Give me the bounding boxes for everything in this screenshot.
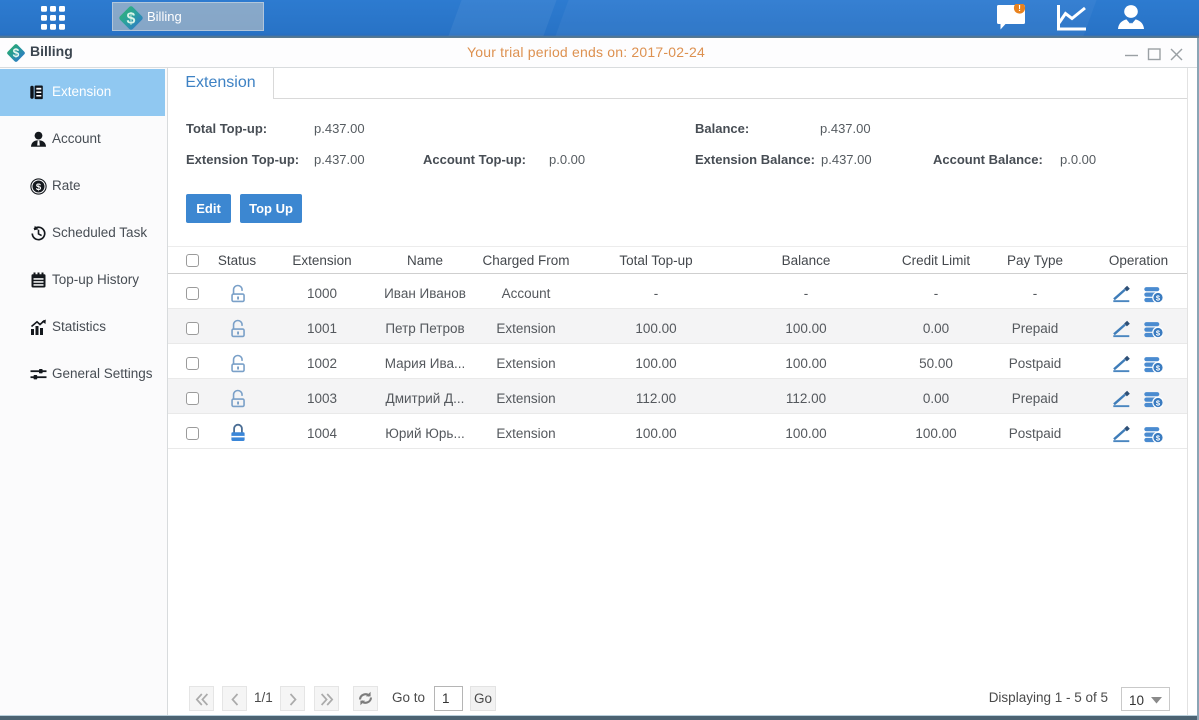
svg-text:$: $ — [127, 11, 136, 28]
svg-text:!: ! — [1018, 4, 1021, 13]
svg-text:$: $ — [36, 182, 42, 193]
